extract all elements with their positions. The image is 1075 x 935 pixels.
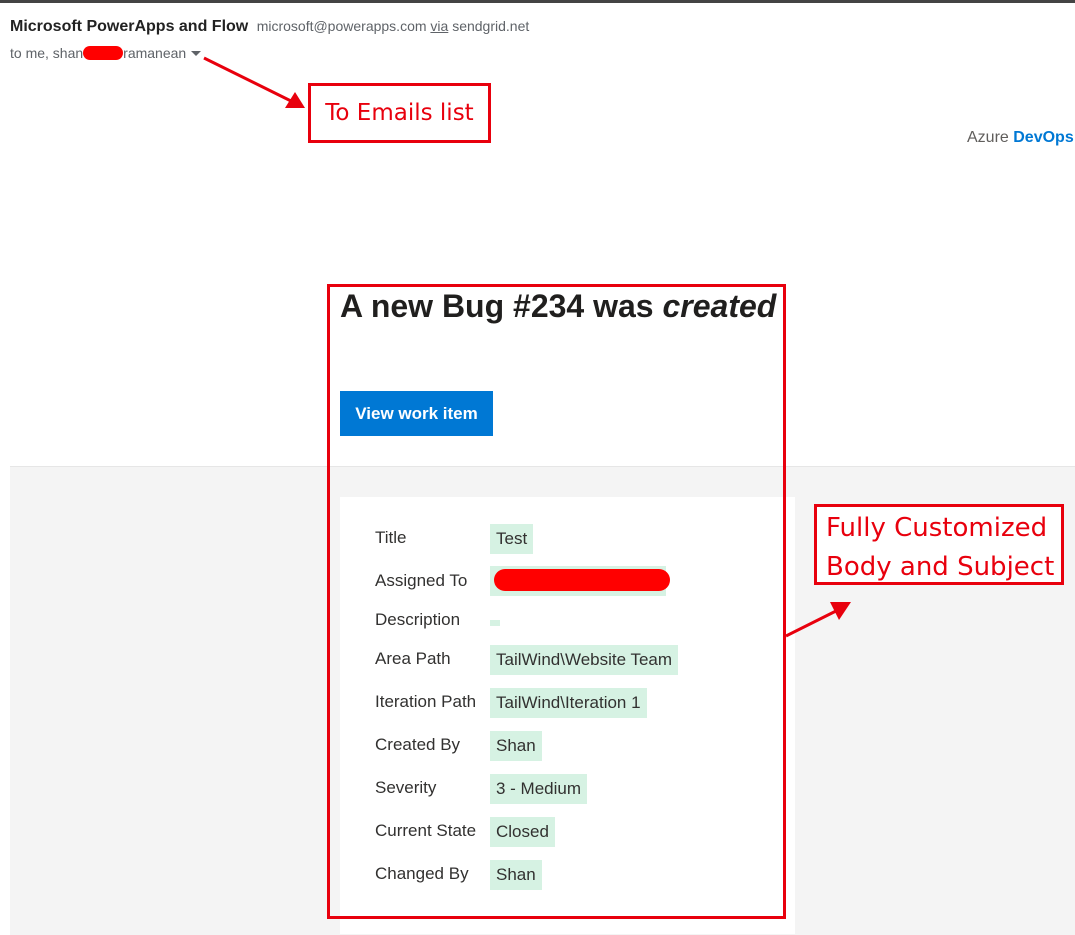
arrow-customized: [785, 609, 837, 638]
arrow-to-emails: [203, 56, 294, 104]
annotation-arrows: [203, 56, 851, 638]
